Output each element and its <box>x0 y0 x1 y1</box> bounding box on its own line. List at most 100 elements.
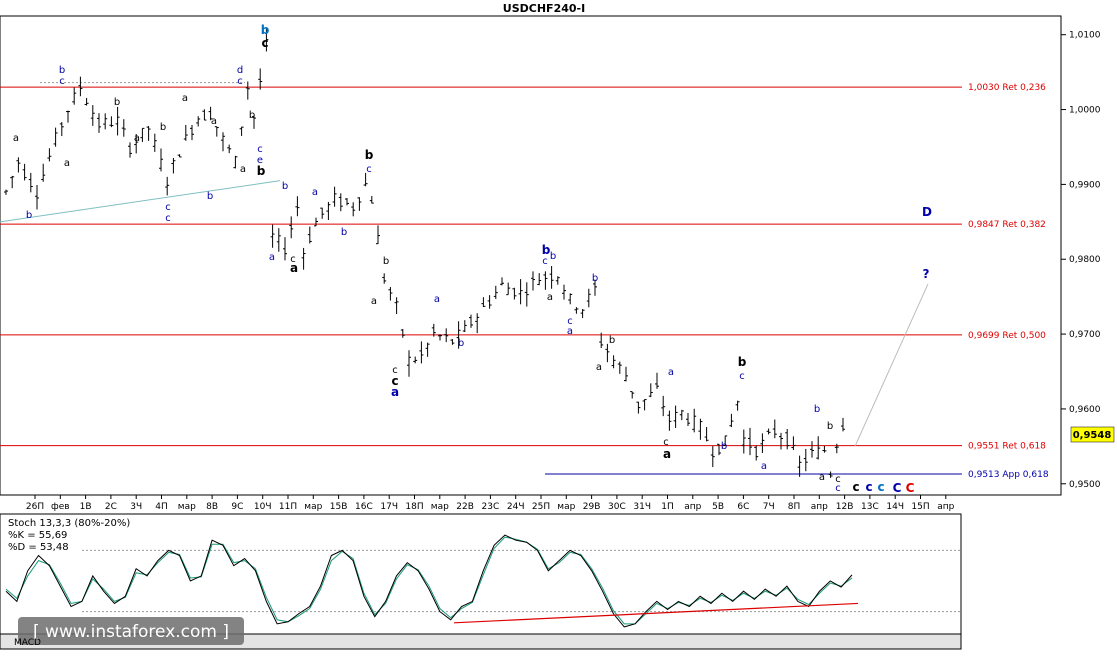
wave-label: a <box>663 447 671 461</box>
y-tick-label: 0,9700 <box>1069 330 1101 340</box>
wave-label: a <box>290 261 298 275</box>
wave-label: a <box>13 133 19 144</box>
x-tick-label: 31Ч <box>633 502 651 512</box>
wave-label: b <box>59 65 65 76</box>
wave-label: b <box>207 191 213 202</box>
y-tick-label: 0,9600 <box>1069 405 1101 415</box>
x-tick-label: 29В <box>583 502 601 512</box>
wave-label: a <box>391 385 399 399</box>
wave-label: b <box>814 404 820 415</box>
wave-label: d <box>237 65 243 76</box>
x-tick-label: 22В <box>456 502 474 512</box>
x-tick-label: мар <box>304 502 322 512</box>
level-label: 0,9847 Ret 0,382 <box>968 220 1046 230</box>
stoch-k-label: %K = 55,69 <box>8 530 67 541</box>
wave-label: c <box>165 213 171 224</box>
watermark-text: [ www.instaforex.com ] <box>33 622 229 642</box>
wave-label: C <box>906 481 915 495</box>
wave-label: c <box>865 480 872 494</box>
x-tick-label: мар <box>431 502 449 512</box>
x-tick-label: 30С <box>608 502 626 512</box>
current-price-tag: 0,9548 <box>1070 426 1115 443</box>
wave-label: b <box>160 122 166 133</box>
y-tick-label: 0,9500 <box>1069 480 1101 490</box>
x-tick-label: 13С <box>861 502 879 512</box>
wave-label: c <box>366 164 372 175</box>
wave-label: c <box>257 144 263 155</box>
wave-label: c <box>877 480 884 494</box>
x-tick-label: 16С <box>355 502 373 512</box>
wave-label: b <box>114 97 120 108</box>
x-tick-label: 15В <box>330 502 348 512</box>
x-tick-label: 24Ч <box>507 502 525 512</box>
wave-label: c <box>852 480 859 494</box>
macd-label: MACD <box>14 638 41 648</box>
y-tick-label: 0,9900 <box>1069 180 1101 190</box>
wave-label: b <box>26 210 32 221</box>
stoch-d-label: %D = 53,48 <box>8 542 69 553</box>
wave-label: a <box>269 252 275 263</box>
x-tick-label: 7Ч <box>763 502 775 512</box>
x-tick-label: фев <box>51 502 70 512</box>
chart-title: USDCHF240-I <box>503 2 585 15</box>
wave-label: a <box>182 93 188 104</box>
x-tick-label: 17Ч <box>380 502 398 512</box>
wave-label: b <box>458 338 464 349</box>
wave-label: c <box>739 371 745 382</box>
wave-label: a <box>761 461 767 472</box>
wave-label: c <box>59 76 65 87</box>
x-tick-label: 15П <box>911 502 929 512</box>
wave-label: c <box>542 256 548 267</box>
x-tick-label: 10Ч <box>254 502 272 512</box>
x-tick-label: 3Ч <box>130 502 142 512</box>
wave-label: a <box>668 367 674 378</box>
wave-label: b <box>609 335 615 346</box>
wave-label: a <box>819 472 825 483</box>
wave-label: b <box>261 23 270 37</box>
y-tick-label: 1,0000 <box>1069 106 1101 116</box>
level-label: 0,9513 App 0,618 <box>968 470 1049 480</box>
x-axis: 26П фев 1В 2С 3Ч 4П мар 8В 9С 10Ч 11П мар 15В 16С 17Ч 1… <box>26 495 955 512</box>
wave-label: a <box>240 164 246 175</box>
x-tick-label: 5В <box>712 502 724 512</box>
wave-label: a <box>134 133 140 144</box>
wave-label: b <box>550 251 556 262</box>
watermark-badge: [ www.instaforex.com ] <box>18 617 244 645</box>
level-label: 0,9551 Ret 0,618 <box>968 442 1046 452</box>
level-label: 0,9699 Ret 0,500 <box>968 331 1046 341</box>
x-tick-label: апр <box>937 502 954 512</box>
wave-label: b <box>721 441 727 452</box>
main-pane-frame <box>0 15 1062 496</box>
wave-label: b <box>365 148 374 162</box>
wave-label: a <box>312 187 318 198</box>
x-tick-label: 1В <box>80 502 92 512</box>
wave-label: c <box>835 483 841 494</box>
x-tick-label: 23С <box>482 502 500 512</box>
wave-label: a <box>371 296 377 307</box>
wave-label: b <box>341 227 347 238</box>
wave-label: a <box>596 362 602 373</box>
y-axis: 1,0100 1,0000 0,9900 0,9800 0,9700 0,9600 0,95… <box>1061 31 1101 490</box>
y-tick-label: 1,0100 <box>1069 31 1101 41</box>
wave-label: b <box>249 110 255 121</box>
wave-label: b <box>827 421 833 432</box>
x-tick-label: 9С <box>231 502 243 512</box>
x-tick-label: апр <box>684 502 701 512</box>
stoch-name: Stoch 13,3,3 (80%-20%) <box>8 518 130 529</box>
wave-label: a <box>211 116 217 127</box>
x-tick-label: 1П <box>661 502 674 512</box>
x-tick-label: 12В <box>836 502 854 512</box>
wave-label: a <box>64 158 70 169</box>
wave-label: b <box>592 273 598 284</box>
x-tick-label: мар <box>178 502 196 512</box>
x-tick-label: апр <box>811 502 828 512</box>
chart: USDCHF240-I 1,0030 Ret 0,236 0,9847 Ret 0… <box>0 2 1115 650</box>
x-tick-label: 11П <box>279 502 297 512</box>
wave-label: c <box>165 202 171 213</box>
x-tick-label: 25П <box>532 502 550 512</box>
wave-label: ? <box>923 267 930 281</box>
x-tick-label: 8П <box>788 502 801 512</box>
wave-label: c <box>237 76 243 87</box>
x-tick-label: 8В <box>206 502 218 512</box>
x-tick-label: 14Ч <box>886 502 904 512</box>
